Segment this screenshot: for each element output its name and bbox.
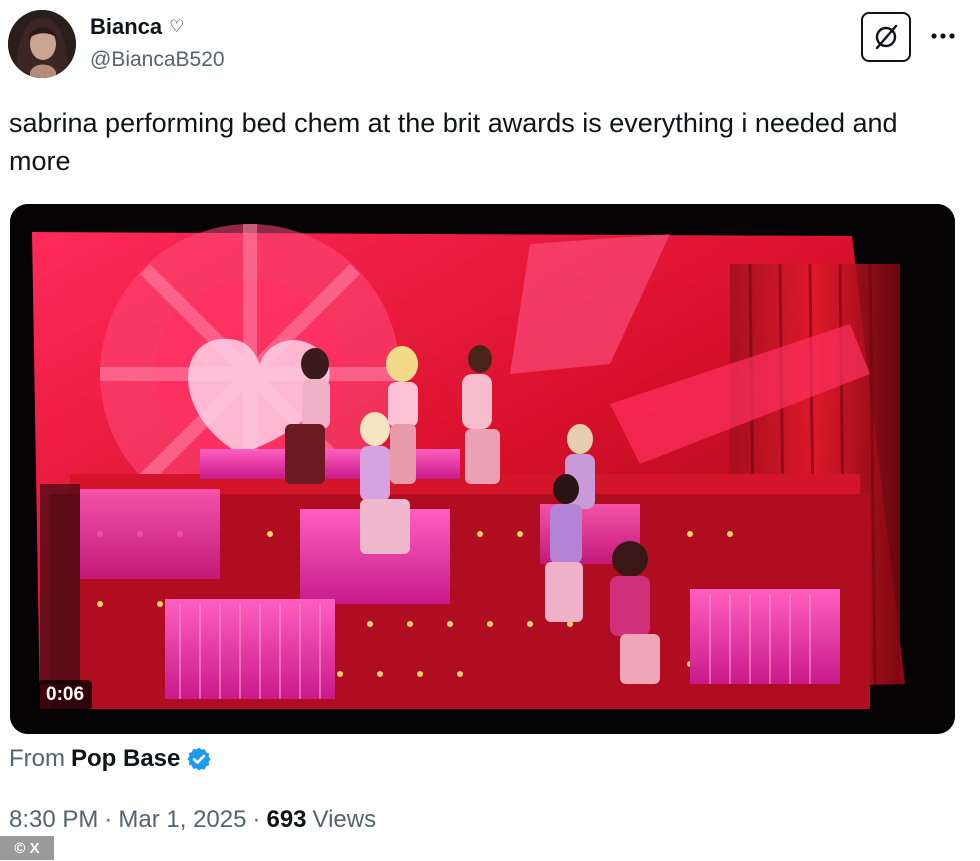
- slashed-circle-icon: [875, 24, 898, 50]
- views-count: 693: [266, 806, 307, 833]
- grok-button[interactable]: [861, 12, 911, 62]
- meta-separator: ·: [104, 806, 113, 833]
- views-label: Views: [312, 806, 377, 833]
- tweet-text: sabrina performing bed chem at the brit …: [9, 108, 898, 176]
- tweet-time[interactable]: 8:30 PM: [9, 806, 98, 834]
- display-name-text: Bianca: [90, 14, 163, 39]
- tweet-date[interactable]: Mar 1, 2025: [118, 806, 246, 834]
- tweet-meta: 8:30 PM · Mar 1, 2025 · 693 Views: [9, 806, 376, 834]
- meta-separator: ·: [252, 806, 261, 833]
- video-duration: 0:06: [38, 680, 93, 710]
- from-prefix: From: [9, 745, 65, 772]
- heart-icon: ♡: [169, 17, 185, 36]
- verified-badge-icon: [186, 746, 212, 772]
- more-horizontal-icon: [931, 33, 955, 39]
- source-attribution: From Pop Base: [9, 745, 212, 773]
- author-name[interactable]: Bianca ♡: [90, 14, 184, 40]
- video-frame: [10, 204, 955, 734]
- tweet-card: Bianca ♡ @BiancaB520 sabrina performing …: [0, 0, 980, 861]
- source-account-link[interactable]: Pop Base: [71, 745, 180, 773]
- avatar[interactable]: [8, 10, 76, 78]
- more-options-button[interactable]: [926, 22, 960, 50]
- copyright-watermark: © X: [0, 836, 54, 860]
- video-player[interactable]: 0:06: [10, 204, 955, 734]
- author-handle[interactable]: @BiancaB520: [90, 48, 225, 72]
